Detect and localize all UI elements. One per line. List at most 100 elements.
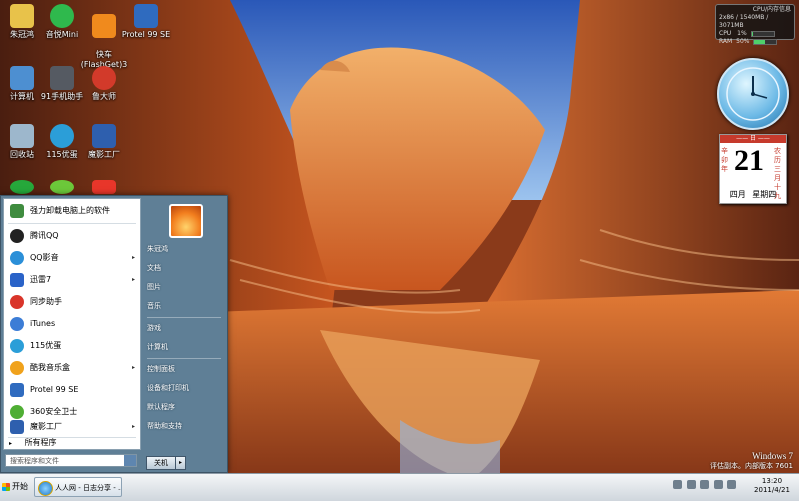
start-item-label: 迅雷7 bbox=[30, 270, 51, 290]
system-tray bbox=[672, 480, 752, 494]
start-menu: 强力卸载电脑上的软件 腾讯QQ QQ影音 ▸ 迅雷7 ▸ 同步助手 iTunes… bbox=[0, 195, 228, 473]
tray-network-icon[interactable] bbox=[700, 480, 709, 489]
all-programs-label: 所有程序 bbox=[25, 438, 57, 447]
calendar-header: —— 日 —— bbox=[720, 135, 786, 143]
taskbar-date: 2011/4/21 bbox=[748, 486, 796, 495]
submenu-arrow-icon: ▸ bbox=[132, 248, 135, 268]
ram-bar bbox=[753, 39, 777, 45]
cpu-gadget-ram-row: RAM 50% bbox=[719, 38, 791, 46]
tray-arrow-icon[interactable] bbox=[727, 480, 736, 489]
protel-icon bbox=[10, 383, 24, 397]
ram-bar-fill bbox=[754, 40, 765, 44]
start-item-qq[interactable]: 腾讯QQ bbox=[4, 226, 140, 246]
shutdown-options-arrow-icon[interactable]: ▸ bbox=[175, 456, 186, 470]
start-item-thunder[interactable]: 迅雷7 ▸ bbox=[4, 270, 140, 290]
shutdown-button[interactable]: 关机 bbox=[146, 456, 176, 470]
submenu-arrow-icon: ▸ bbox=[132, 417, 135, 437]
start-item-label: 115优蛋 bbox=[30, 336, 61, 356]
cpu-gadget-cpu-row: CPU 1% bbox=[719, 30, 791, 38]
tray-volume-icon[interactable] bbox=[714, 480, 723, 489]
start-item-qqplayer[interactable]: QQ影音 ▸ bbox=[4, 248, 140, 268]
start-place-music[interactable]: 音乐 bbox=[147, 297, 223, 315]
tray-keyboard-icon[interactable] bbox=[673, 480, 682, 489]
desktop-icon-label: 音悦Mini bbox=[46, 30, 78, 39]
start-place-documents[interactable]: 文档 bbox=[147, 259, 223, 277]
taskbar-item-browser[interactable]: 人人网 - 日志分享 - ... bbox=[34, 477, 122, 497]
start-item-label: 同步助手 bbox=[30, 292, 62, 312]
start-menu-places: 朱冠鸿 文档 图片 音乐 游戏 计算机 控制面板 设备和打印机 默认程序 帮助和… bbox=[143, 198, 225, 448]
start-place-default-programs[interactable]: 默认程序 bbox=[147, 398, 223, 416]
start-place-games[interactable]: 游戏 bbox=[147, 319, 223, 337]
thunder-icon bbox=[10, 273, 24, 287]
start-place-pictures[interactable]: 图片 bbox=[147, 278, 223, 296]
windows-watermark: Windows 7 评估副本。内部版本 7601 bbox=[710, 451, 793, 471]
start-button-label: 开始 bbox=[12, 482, 28, 491]
calendar-weekday-row: 四月 星期四 bbox=[720, 189, 786, 200]
desktop-icon-label: 计算机 bbox=[10, 92, 34, 101]
start-item-label: 酷我音乐盒 bbox=[30, 358, 70, 378]
search-icon[interactable] bbox=[124, 455, 136, 466]
sync-icon bbox=[10, 295, 24, 309]
all-programs-button[interactable]: ▸ 所有程序 bbox=[3, 436, 139, 450]
start-item-sync[interactable]: 同步助手 bbox=[4, 292, 140, 312]
cpu-label: CPU bbox=[719, 30, 731, 37]
partial-icon bbox=[50, 180, 74, 194]
start-item-kuwo[interactable]: 酷我音乐盒 ▸ bbox=[4, 358, 140, 378]
start-item-moying[interactable]: 魔影工厂 ▸ bbox=[4, 417, 140, 437]
desktop-icon-label: 朱冠鸿 bbox=[10, 30, 34, 39]
uninstall-icon bbox=[10, 204, 24, 218]
start-place-control-panel[interactable]: 控制面板 bbox=[147, 360, 223, 378]
desktop-icon-label: 魔影工厂 bbox=[88, 150, 120, 159]
desktop-icon-ludashi[interactable]: 鲁大师 bbox=[78, 66, 130, 102]
start-search-input[interactable]: 搜索程序和文件 bbox=[5, 454, 137, 467]
desktop-icon-partial-3[interactable] bbox=[78, 180, 130, 196]
cpu-memory-gadget[interactable]: CPU/内存信息 2x86 / 1540MB / 3071MB CPU 1% R… bbox=[715, 4, 795, 40]
taskbar-clock[interactable]: 13:20 2011/4/21 bbox=[748, 477, 796, 495]
cpu-gadget-title: CPU/内存信息 bbox=[719, 6, 791, 14]
start-place-devices-printers[interactable]: 设备和打印机 bbox=[147, 379, 223, 397]
ram-label: RAM bbox=[719, 38, 732, 45]
submenu-arrow-icon: ▸ bbox=[132, 358, 135, 378]
ie-icon bbox=[38, 481, 53, 496]
clock-gadget[interactable] bbox=[717, 58, 789, 130]
start-place-user[interactable]: 朱冠鸿 bbox=[147, 240, 223, 258]
all-programs-arrow-icon: ▸ bbox=[9, 440, 12, 447]
start-button[interactable]: 开始 bbox=[2, 479, 32, 495]
computer-icon bbox=[10, 66, 34, 90]
cpu-value: 1% bbox=[737, 30, 747, 37]
start-item-115[interactable]: 115优蛋 bbox=[4, 336, 140, 356]
desktop-icon-label: Protel 99 SE bbox=[122, 30, 170, 39]
start-item-protel[interactable]: Protel 99 SE bbox=[4, 380, 140, 400]
user-avatar[interactable] bbox=[169, 204, 203, 238]
partial-icon bbox=[10, 180, 34, 194]
play-icon bbox=[50, 4, 74, 28]
clock-face-icon bbox=[719, 60, 787, 128]
desktop-icon-moying[interactable]: 魔影工厂 bbox=[78, 124, 130, 160]
desktop-icon-protel[interactable]: Protel 99 SE bbox=[120, 4, 172, 40]
calendar-gadget[interactable]: —— 日 —— 辛卯年 21 农历三月十九 四月 星期四 bbox=[719, 134, 787, 204]
watermark-build: 评估副本。内部版本 7601 bbox=[710, 461, 793, 471]
start-item-itunes[interactable]: iTunes bbox=[4, 314, 140, 334]
start-item-label: 腾讯QQ bbox=[30, 226, 59, 246]
start-item-label: iTunes bbox=[30, 314, 55, 334]
start-item-label: QQ影音 bbox=[30, 248, 59, 268]
flashget-icon bbox=[92, 14, 116, 38]
egg-icon bbox=[50, 124, 74, 148]
divider bbox=[8, 223, 136, 224]
partial-icon bbox=[92, 180, 116, 194]
start-place-computer[interactable]: 计算机 bbox=[147, 338, 223, 356]
desktop-icon-label: 回收站 bbox=[10, 150, 34, 159]
submenu-arrow-icon: ▸ bbox=[132, 270, 135, 290]
search-placeholder: 搜索程序和文件 bbox=[10, 457, 59, 465]
divider bbox=[147, 358, 221, 359]
moying-icon bbox=[10, 420, 24, 434]
cpu-gadget-memory: 2x86 / 1540MB / 3071MB bbox=[719, 14, 791, 30]
start-item-label: 强力卸载电脑上的软件 bbox=[30, 201, 110, 221]
start-place-help[interactable]: 帮助和支持 bbox=[147, 417, 223, 435]
watermark-edition: Windows 7 bbox=[710, 451, 793, 461]
desktop-icon-label: 91手机助手 bbox=[41, 92, 83, 101]
moying-icon bbox=[92, 124, 116, 148]
taskbar-item-label: 人人网 - 日志分享 - ... bbox=[55, 484, 122, 492]
tray-flag-icon[interactable] bbox=[687, 480, 696, 489]
start-item-uninstaller[interactable]: 强力卸载电脑上的软件 bbox=[4, 201, 140, 221]
